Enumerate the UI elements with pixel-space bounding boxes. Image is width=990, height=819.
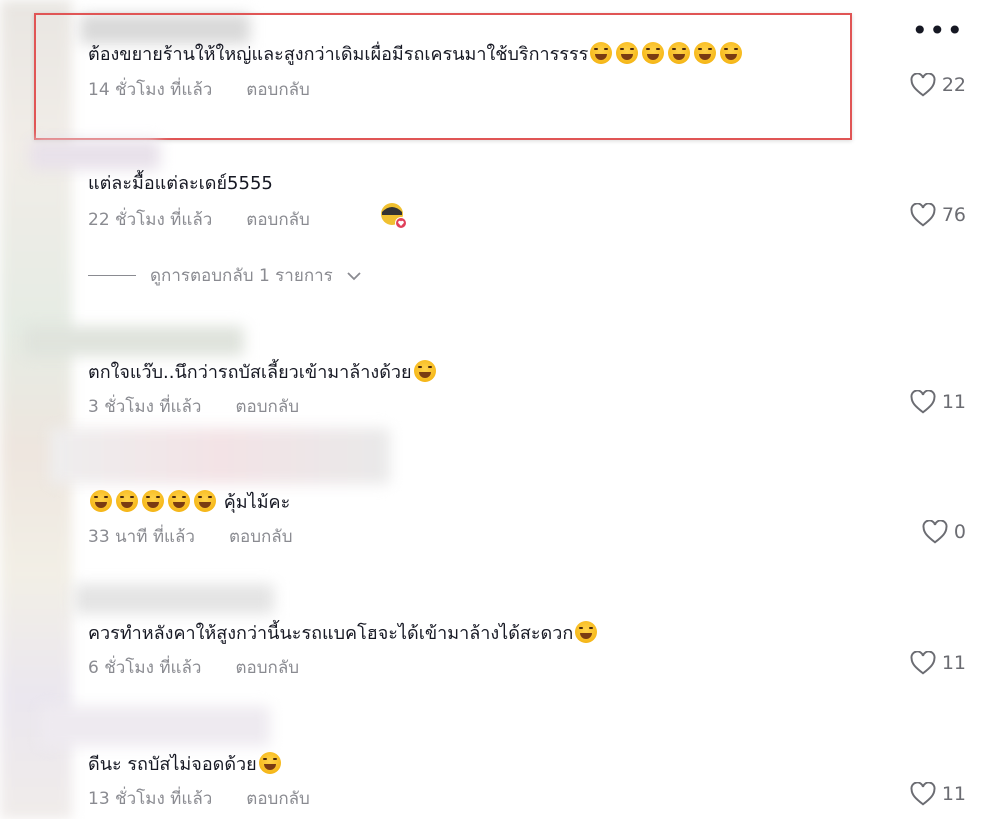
heart-outline-icon [910,651,936,675]
divider-line [88,275,136,276]
comment-timestamp: 13 ชั่วโมง ที่แล้ว [88,789,213,809]
like-count: 11 [941,391,966,413]
heart-outline-icon [910,390,936,414]
like-count: 11 [941,783,966,805]
comment-meta: 6 ชั่วโมง ที่แล้ว ตอบกลับ [88,654,299,681]
comment-text: ควรทำหลังคาให้สูงกว่านี้นะรถแบคโฮจะได้เข… [88,621,599,646]
blurred-username [30,140,160,170]
comment-meta: 13 ชั่วโมง ที่แล้ว ตอบกลับ [88,785,310,812]
comment-text: แต่ละมื้อแต่ละเดย์5555 [88,173,273,194]
laugh-emoji-icon [116,490,138,512]
like-button[interactable]: 22 [910,73,966,97]
highlight-box [34,13,852,140]
chevron-down-icon [347,271,361,280]
laugh-emoji-icon [90,490,112,512]
grimace-emoji-icon [194,490,216,512]
like-count: 22 [941,74,966,96]
blurred-username [40,706,270,746]
rofl-emoji-icon [413,360,436,382]
like-button[interactable]: 11 [910,651,966,675]
like-count: 11 [941,652,966,674]
comment-timestamp: 22 ชั่วโมง ที่แล้ว [88,210,213,230]
comment-meta: 33 นาที ที่แล้ว ตอบกลับ [88,523,293,550]
view-replies-button[interactable]: ดูการตอบกลับ 1 รายการ [88,262,361,289]
reply-button[interactable]: ตอบกลับ [246,789,310,809]
laugh-emoji-icon [575,621,598,643]
more-options-button[interactable]: ••• [911,14,964,47]
creator-liked-avatar-icon [381,203,407,229]
like-button[interactable]: 11 [910,390,966,414]
comment-timestamp: 33 นาที ที่แล้ว [88,527,195,547]
comment-meta: 3 ชั่วโมง ที่แล้ว ตอบกลับ [88,393,299,420]
laugh-emoji-icon [142,490,164,512]
reply-button[interactable]: ตอบกลับ [229,527,293,547]
blurred-username [24,326,244,356]
reply-button[interactable]: ตอบกลับ [246,210,310,230]
comment-text: ดีนะ รถบัสไม่จอดด้วย [88,752,283,777]
like-count: 0 [953,521,966,543]
comment-timestamp: 6 ชั่วโมง ที่แล้ว [88,658,202,678]
comment-text: ตกใจแว๊บ..นึกว่ารถบัสเลี้ยวเข้ามาล้างด้ว… [88,360,438,385]
reply-button[interactable]: ตอบกลับ [235,397,299,417]
heart-outline-icon [910,73,936,97]
blurred-username [50,428,390,484]
view-replies-label: ดูการตอบกลับ 1 รายการ [150,266,333,286]
comment-text: คุ้มไม้คะ [88,490,290,515]
like-button[interactable]: 0 [922,520,966,544]
reply-button[interactable]: ตอบกลับ [235,658,299,678]
comment-meta: 22 ชั่วโมง ที่แล้ว ตอบกลับ [88,206,310,233]
heart-outline-icon [922,520,948,544]
like-button[interactable]: 11 [910,782,966,806]
like-count: 76 [941,204,966,226]
heart-outline-icon [910,203,936,227]
heart-outline-icon [910,782,936,806]
like-button[interactable]: 76 [910,203,966,227]
squint-laugh-emoji-icon [258,752,281,774]
laugh-emoji-icon [168,490,190,512]
comment-timestamp: 3 ชั่วโมง ที่แล้ว [88,397,202,417]
blurred-username [74,584,274,614]
